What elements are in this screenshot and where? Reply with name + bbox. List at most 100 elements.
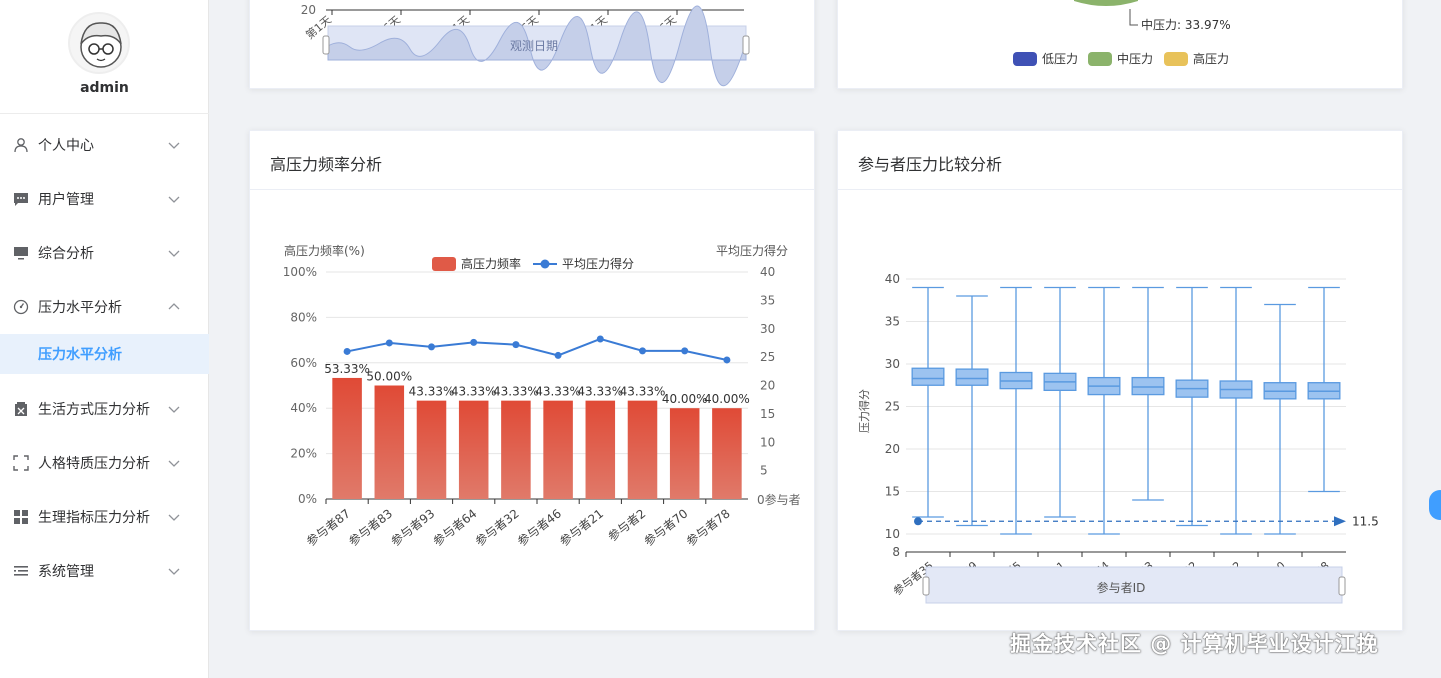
line-point — [385, 339, 393, 347]
slider-label: 观测日期 — [510, 39, 558, 53]
chevron-up-icon — [168, 303, 180, 310]
line-point — [470, 338, 478, 346]
bar — [501, 400, 531, 499]
sidebar-menu: 个人中心 用户管理 综合分析 压力水平分析 压力水平分析 生活方式压力分析 人格… — [0, 118, 209, 598]
slider-handle-right[interactable] — [1338, 576, 1346, 596]
sidebar-item-user-management[interactable]: 用户管理 — [0, 172, 209, 226]
y-tick-label-left: 0% — [298, 492, 317, 506]
bar — [458, 400, 489, 499]
bar-label: 43.33% — [493, 385, 539, 399]
line-series — [346, 337, 728, 361]
grid-icon — [12, 508, 30, 526]
sidebar-item-lifestyle-stress-analysis[interactable]: 生活方式压力分析 — [0, 382, 209, 436]
box — [911, 367, 945, 386]
legend-marker — [540, 259, 550, 269]
y-tick-label: 30 — [885, 357, 900, 371]
x-tick-label: 参与者70 — [641, 506, 691, 549]
sidebar-subitem-stress-level-analysis[interactable]: 压力水平分析 — [0, 334, 209, 374]
pie-slice-medium — [1074, 0, 1138, 6]
legend-label: 低压力 — [1042, 52, 1078, 66]
line-point — [343, 347, 351, 355]
chevron-down-icon — [168, 250, 180, 257]
participant-stress-boxplot: 810152025303540压力得分参与者35参与者39参与者5参与者21参与… — [858, 272, 1379, 604]
bar — [416, 400, 447, 499]
bar-label: 53.33% — [324, 362, 370, 376]
stress-pie-chart: 中压力: 33.97% 低压力 中压力 高压力 — [1013, 0, 1231, 66]
sidebar-item-comprehensive-analysis[interactable]: 综合分析 — [0, 226, 209, 280]
y-tick-label: 15 — [885, 485, 900, 499]
username: admin — [80, 80, 129, 96]
y-tick-label-right: 25 — [760, 350, 775, 364]
stress-distribution-card: 中压力: 33.97% 低压力 中压力 高压力 — [837, 0, 1403, 89]
chat-icon — [12, 190, 30, 208]
chevron-down-icon — [168, 196, 180, 203]
bar — [332, 377, 362, 499]
chevron-down-icon — [168, 142, 180, 149]
bar — [712, 408, 742, 499]
legend-swatch — [1088, 52, 1112, 66]
legend-swatch — [1013, 52, 1037, 66]
bar-label: 50.00% — [366, 370, 412, 384]
sidebar: admin 个人中心 用户管理 综合分析 压力水平分析 压力水平分析 生活方式压… — [0, 0, 209, 678]
daily-trend-chart: 20 第1天第6天第11天第16天第21天第26天 观测日期 — [301, 3, 750, 87]
y-tick-label-right: 5 — [760, 464, 768, 478]
legend-label: 高压力频率 — [461, 256, 521, 271]
avatar-image — [80, 22, 122, 68]
y-tick-label-right: 10 — [760, 435, 775, 449]
chevron-down-icon — [168, 568, 180, 575]
daily-trend-card: 20 第1天第6天第11天第16天第21天第26天 观测日期 — [249, 0, 815, 89]
close-box-icon — [12, 400, 30, 418]
x-axis-label: 参与者ID — [1097, 580, 1146, 595]
bar-label: 43.33% — [535, 385, 581, 399]
y-tick-label-left: 40% — [290, 401, 317, 415]
sidebar-item-personality-stress-analysis[interactable]: 人格特质压力分析 — [0, 436, 209, 490]
line-point — [554, 351, 562, 359]
y-tick-label-right: 15 — [760, 407, 775, 421]
sidebar-divider — [0, 113, 209, 114]
sidebar-item-label: 生理指标压力分析 — [38, 510, 150, 526]
sidebar-item-label: 用户管理 — [38, 192, 94, 208]
avatar[interactable] — [68, 12, 130, 74]
y-tick-label: 40 — [885, 272, 900, 286]
bar-label: 43.33% — [409, 385, 455, 399]
gauge-icon — [12, 298, 30, 316]
y-tick-label-right: 35 — [760, 293, 775, 307]
chevron-down-icon — [168, 460, 180, 467]
legend-swatch — [1164, 52, 1188, 66]
x-tick-label: 参与者32 — [472, 506, 522, 549]
y-tick-label-right: 30 — [760, 322, 775, 336]
x-tick-label: 参与者21 — [557, 506, 607, 549]
line-point — [681, 347, 689, 355]
sidebar-item-physiological-stress-analysis[interactable]: 生理指标压力分析 — [0, 490, 209, 544]
y-tick-label: 8 — [892, 545, 900, 559]
y-tick-label-right: 40 — [760, 265, 775, 279]
bar — [669, 408, 700, 499]
sidebar-item-stress-level-analysis[interactable]: 压力水平分析 — [0, 280, 209, 334]
y-tick-label-left: 20% — [290, 447, 317, 461]
frame-icon — [12, 454, 30, 472]
bar-label: 40.00% — [662, 392, 708, 406]
y-tick-label-left: 80% — [290, 310, 317, 324]
slider-handle-left[interactable] — [922, 576, 930, 596]
bar — [585, 400, 616, 499]
markline-label: 11.5 — [1352, 514, 1379, 528]
y-tick-label-right: 0参与者 — [757, 492, 801, 507]
x-tick-label: 参与者78 — [683, 506, 733, 549]
monitor-icon — [12, 244, 30, 262]
list-icon — [12, 562, 30, 580]
x-tick-label: 参与者87 — [303, 506, 353, 549]
sidebar-item-personal-center[interactable]: 个人中心 — [0, 118, 209, 172]
sidebar-item-label: 压力水平分析 — [38, 300, 122, 316]
bar-label: 43.33% — [451, 385, 497, 399]
y-axis-label: 压力得分 — [858, 389, 871, 433]
sidebar-item-system-management[interactable]: 系统管理 — [0, 544, 209, 598]
y-tick-label: 25 — [885, 400, 900, 414]
main-content: 20 第1天第6天第11天第16天第21天第26天 观测日期 中压力: 33.9… — [209, 0, 1441, 678]
slider-handle-right[interactable] — [742, 35, 750, 55]
box — [1131, 376, 1165, 396]
y-tick-label: 20 — [885, 442, 900, 456]
floating-side-button[interactable] — [1429, 490, 1441, 520]
line-point — [723, 356, 731, 364]
bar-label: 40.00% — [704, 392, 750, 406]
slider-handle-left[interactable] — [322, 35, 330, 55]
